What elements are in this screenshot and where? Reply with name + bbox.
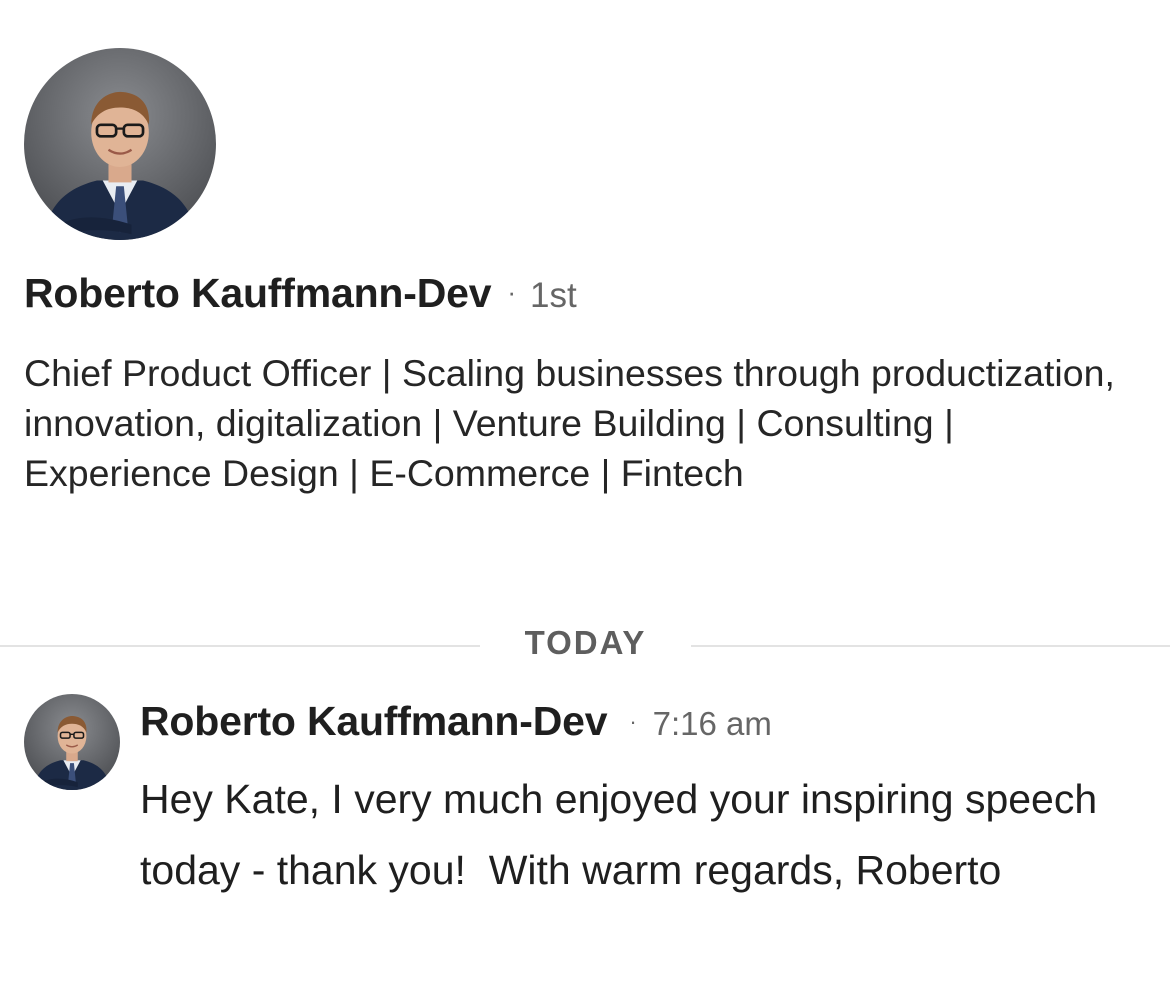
message-timestamp: 7:16 am: [652, 705, 772, 742]
message-body: Hey Kate, I very much enjoyed your inspi…: [140, 776, 1109, 893]
sender-photo: [24, 694, 120, 790]
divider-line: [691, 645, 1170, 647]
profile-header: Roberto Kauffmann-Dev · 1st Chief Produc…: [24, 48, 1154, 494]
divider-line: [0, 645, 480, 647]
message-header: Roberto Kauffmann-Dev · 7:16 am: [140, 698, 772, 745]
profile-photo: [24, 48, 216, 240]
message-sender-name[interactable]: Roberto Kauffmann-Dev: [140, 698, 608, 745]
separator-dot: ·: [629, 709, 637, 734]
separator-dot: ·: [507, 277, 516, 307]
date-divider: TODAY: [0, 622, 1170, 668]
profile-avatar[interactable]: [24, 48, 216, 240]
sender-avatar[interactable]: [24, 694, 120, 790]
profile-headline: Chief Product Officer | Scaling business…: [24, 352, 1115, 494]
connection-degree: 1st: [530, 276, 577, 315]
date-divider-label: TODAY: [524, 624, 647, 661]
profile-name[interactable]: Roberto Kauffmann-Dev: [24, 270, 492, 317]
profile-name-row: Roberto Kauffmann-Dev · 1st: [24, 270, 577, 317]
